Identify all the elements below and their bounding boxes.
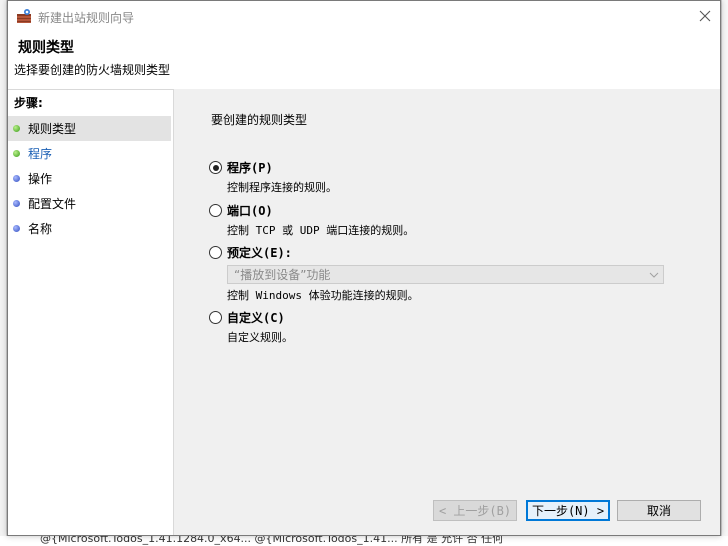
step-label: 操作: [28, 172, 53, 186]
option-program: 程序(P) 控制程序连接的规则。: [209, 159, 689, 195]
cancel-button[interactable]: 取消: [617, 500, 701, 521]
step-item-action[interactable]: 操作: [8, 166, 174, 191]
wizard-body: 步骤: 规则类型 程序 操作 配置文件 名称 要创建的规则类型 程序(P) 控制…: [8, 89, 720, 535]
radio-unchecked-icon[interactable]: [209, 311, 222, 324]
new-outbound-rule-wizard: 新建出站规则向导 规则类型 选择要创建的防火墙规则类型 步骤: 规则类型 程序: [7, 0, 721, 536]
step-item-program[interactable]: 程序: [8, 141, 174, 166]
steps-list: 规则类型 程序 操作 配置文件 名称: [8, 116, 174, 241]
background-right-edge: [721, 0, 728, 546]
program-radio[interactable]: 程序(P): [209, 159, 689, 176]
wizard-header: 规则类型 选择要创建的防火墙规则类型: [8, 31, 720, 89]
step-label: 程序: [28, 147, 53, 161]
page-title: 规则类型: [18, 40, 74, 56]
page-subtitle: 选择要创建的防火墙规则类型: [14, 63, 171, 77]
custom-radio[interactable]: 自定义(C): [209, 309, 689, 326]
predefined-radio-label[interactable]: 预定义(E):: [227, 244, 292, 261]
predefined-radio[interactable]: 预定义(E):: [209, 244, 689, 261]
port-description: 控制 TCP 或 UDP 端口连接的规则。: [227, 224, 415, 237]
option-port: 端口(O) 控制 TCP 或 UDP 端口连接的规则。: [209, 202, 689, 238]
custom-radio-label[interactable]: 自定义(C): [227, 309, 285, 326]
custom-description: 自定义规则。: [227, 331, 293, 344]
step-pending-icon: [13, 175, 20, 182]
program-description: 控制程序连接的规则。: [227, 181, 337, 194]
back-button[interactable]: < 上一步(B): [433, 500, 517, 521]
program-radio-label[interactable]: 程序(P): [227, 159, 273, 176]
rule-type-question: 要创建的规则类型: [211, 113, 308, 127]
title-bar[interactable]: 新建出站规则向导: [8, 1, 720, 31]
port-radio[interactable]: 端口(O): [209, 202, 689, 219]
close-icon: [699, 10, 711, 22]
predefined-rule-select[interactable]: “播放到设备”功能: [227, 265, 664, 284]
step-item-name[interactable]: 名称: [8, 216, 174, 241]
step-complete-icon: [13, 150, 20, 157]
steps-title: 步骤:: [14, 96, 43, 110]
step-pending-icon: [13, 225, 20, 232]
option-predefined: 预定义(E): “播放到设备”功能 控制 Windows 体验功能连接的规则。: [209, 244, 689, 303]
rule-type-content: 要创建的规则类型 程序(P) 控制程序连接的规则。 端口(O) 控制 TCP 或…: [175, 89, 720, 535]
step-complete-icon: [13, 125, 20, 132]
step-label: 名称: [28, 222, 53, 236]
step-pending-icon: [13, 200, 20, 207]
chevron-down-icon: [649, 272, 659, 278]
background-row-text: @{Microsoft.Todos_1.41.1284.0_x64... @{M…: [40, 536, 504, 545]
next-button[interactable]: 下一步(N) >: [526, 500, 610, 521]
step-label: 规则类型: [28, 122, 77, 136]
background-table-row: @{Microsoft.Todos_1.41.1284.0_x64... @{M…: [0, 536, 728, 546]
step-item-profile[interactable]: 配置文件: [8, 191, 174, 216]
steps-panel: 步骤: 规则类型 程序 操作 配置文件 名称: [8, 89, 174, 535]
firewall-wizard-icon: [16, 8, 32, 24]
radio-unchecked-icon[interactable]: [209, 204, 222, 217]
predefined-description: 控制 Windows 体验功能连接的规则。: [227, 289, 419, 302]
close-button[interactable]: [690, 1, 720, 31]
port-radio-label[interactable]: 端口(O): [227, 202, 273, 219]
background-left-edge: [0, 0, 7, 546]
radio-checked-icon[interactable]: [209, 161, 222, 174]
window-title: 新建出站规则向导: [38, 11, 135, 25]
step-label: 配置文件: [28, 197, 77, 211]
predefined-select-value: “播放到设备”功能: [234, 268, 331, 282]
step-item-rule-type[interactable]: 规则类型: [8, 116, 171, 141]
radio-unchecked-icon[interactable]: [209, 246, 222, 259]
option-custom: 自定义(C) 自定义规则。: [209, 309, 689, 345]
